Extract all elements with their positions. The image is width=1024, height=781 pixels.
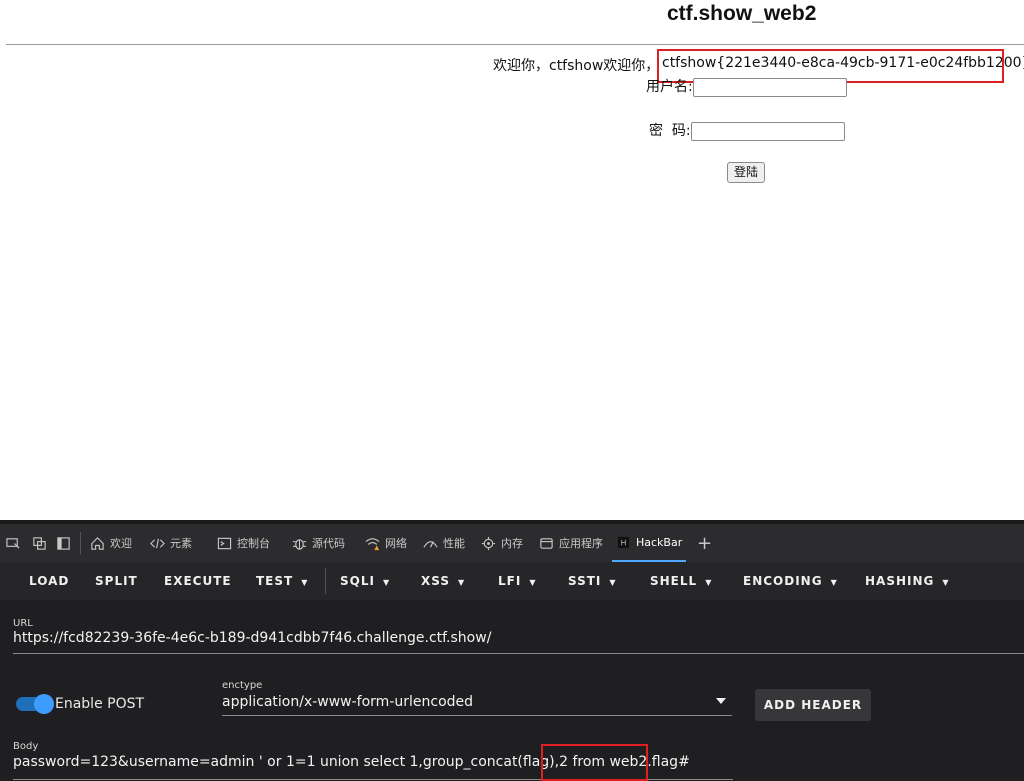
tab-network[interactable]: 网络	[365, 524, 407, 562]
tab-console[interactable]: 控制台	[217, 524, 270, 562]
sqli-menu[interactable]: SQLI ▼	[340, 562, 390, 600]
test-menu[interactable]: TEST ▼	[256, 562, 308, 600]
tab-sources[interactable]: 源代码	[292, 524, 345, 562]
password-input[interactable]	[690, 121, 845, 141]
welcome-text: 欢迎你，ctfshow欢迎你，	[493, 58, 660, 74]
tab-label: 应用程序	[559, 537, 603, 550]
xss-menu[interactable]: XSS ▼	[421, 562, 465, 600]
enctype-select[interactable]: application/x-www-form-urlencoded	[222, 694, 473, 710]
performance-icon	[423, 540, 438, 548]
tab-memory[interactable]: 内存	[481, 524, 523, 562]
execute-button[interactable]: EXECUTE	[164, 562, 232, 600]
web-page: ctf.show_web2 欢迎你，ctfshow欢迎你， ctfshow{22…	[0, 0, 1024, 520]
url-label: URL	[13, 618, 33, 629]
home-icon	[91, 536, 104, 550]
tab-label: 控制台	[237, 537, 270, 550]
code-icon	[150, 538, 165, 548]
bug-icon	[292, 538, 307, 550]
sqli-label: SQLI	[340, 574, 375, 588]
tab-separator	[80, 532, 81, 554]
shell-menu[interactable]: SHELL ▼	[650, 562, 712, 600]
username-input[interactable]	[692, 77, 847, 97]
tab-label: 欢迎	[110, 537, 132, 550]
wifi-warning-icon	[365, 537, 380, 550]
caret-down-icon: ▼	[609, 578, 617, 587]
tab-label: 元素	[170, 537, 192, 550]
toggle-knob	[34, 694, 54, 714]
memory-icon	[481, 536, 496, 550]
application-icon	[540, 537, 553, 549]
ssti-label: SSTI	[568, 574, 602, 588]
tab-performance[interactable]: 性能	[423, 524, 465, 562]
split-button[interactable]: SPLIT	[95, 562, 138, 600]
hackbar-toolbar: LOAD SPLIT EXECUTE TEST ▼ SQLI ▼ XSS ▼ LFI ▼…	[0, 562, 1024, 600]
body-highlight-box	[541, 744, 648, 781]
enable-post-label: Enable POST	[55, 696, 145, 712]
ssti-menu[interactable]: SSTI ▼	[568, 562, 617, 600]
tab-label: 性能	[443, 537, 465, 550]
caret-down-icon: ▼	[301, 578, 309, 587]
lfi-label: LFI	[498, 574, 522, 588]
console-icon	[217, 537, 232, 549]
tab-elements[interactable]: 元素	[150, 524, 192, 562]
hackbar-icon	[617, 536, 630, 548]
add-tab-icon[interactable]: +	[697, 524, 712, 562]
hashing-label: HASHING	[865, 574, 935, 588]
inspect-icon[interactable]	[32, 524, 47, 562]
enctype-label: enctype	[222, 680, 263, 691]
password-label: 密 码:	[649, 123, 691, 139]
tab-label: 内存	[501, 537, 523, 550]
tab-application[interactable]: 应用程序	[539, 524, 603, 562]
page-title: ctf.show_web2	[667, 2, 817, 25]
hashing-menu[interactable]: HASHING ▼	[865, 562, 950, 600]
enctype-underline	[222, 715, 732, 716]
caret-down-icon: ▼	[529, 578, 537, 587]
xss-label: XSS	[421, 574, 450, 588]
body-label: Body	[13, 741, 39, 752]
toolbar-separator	[325, 568, 326, 594]
caret-down-icon: ▼	[705, 578, 713, 587]
url-underline	[13, 653, 1024, 654]
password-row: 密 码:	[649, 120, 845, 141]
lfi-menu[interactable]: LFI ▼	[498, 562, 536, 600]
tab-label: 网络	[385, 537, 407, 550]
url-input[interactable]: https://fcd82239-36fe-4e6c-b189-d941cdbb…	[13, 630, 491, 646]
caret-down-icon: ▼	[830, 578, 838, 587]
shell-label: SHELL	[650, 574, 698, 588]
tab-hackbar[interactable]: HackBar	[612, 524, 687, 562]
load-button[interactable]: LOAD	[29, 562, 69, 600]
devtools-tab-bar: 欢迎 元素 控制台 源代码 网络 性能 内存 应用程序 HackBar +	[0, 524, 1024, 562]
tab-welcome[interactable]: 欢迎	[90, 524, 132, 562]
device-emulation-icon[interactable]	[6, 524, 21, 562]
username-label: 用户名:	[646, 79, 693, 95]
dropdown-arrow-icon[interactable]	[716, 698, 726, 704]
encoding-label: ENCODING	[743, 574, 823, 588]
caret-down-icon: ▼	[458, 578, 466, 587]
devtools-panel: 欢迎 元素 控制台 源代码 网络 性能 内存 应用程序 HackBar + LO…	[0, 520, 1024, 781]
username-row: 用户名:	[646, 76, 847, 97]
add-header-button[interactable]: ADD HEADER	[755, 689, 871, 721]
encoding-menu[interactable]: ENCODING ▼	[743, 562, 838, 600]
login-button[interactable]: 登陆	[727, 162, 765, 183]
enable-post-toggle[interactable]	[16, 694, 54, 714]
divider	[6, 44, 1024, 45]
caret-down-icon: ▼	[942, 578, 950, 587]
tab-label: HackBar	[636, 535, 683, 549]
test-label: TEST	[256, 574, 294, 588]
dock-icon[interactable]	[56, 524, 71, 562]
caret-down-icon: ▼	[382, 578, 391, 587]
tab-label: 源代码	[312, 537, 345, 550]
